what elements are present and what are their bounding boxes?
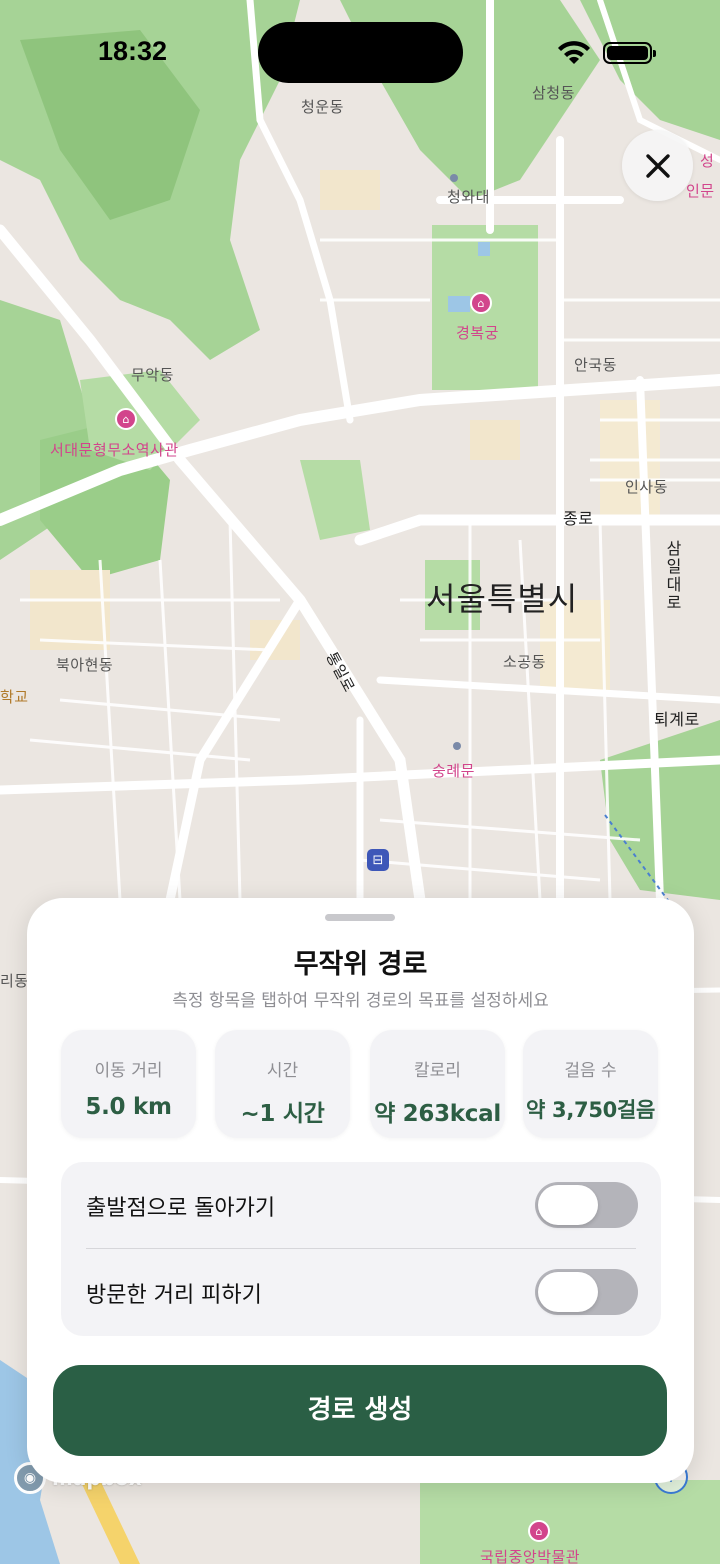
metric-label: 걸음 수 — [564, 1061, 617, 1081]
map-label-museum[interactable]: 국립중앙박물관 — [480, 1546, 580, 1564]
map-label-school: 학교 — [0, 688, 29, 706]
map-label-jongno: 종로 — [563, 509, 594, 528]
generate-route-button[interactable]: 경로 생성 — [53, 1365, 667, 1456]
museum-poi-icon[interactable]: ⌂ — [115, 408, 137, 430]
museum-poi-icon[interactable]: ⌂ — [528, 1520, 550, 1542]
metrics-row: 이동 거리 5.0 km 시간 ~1 시간 칼로리 약 263kcal 걸음 수… — [61, 1030, 661, 1138]
metric-label: 칼로리 — [414, 1061, 461, 1081]
battery-icon — [603, 42, 656, 64]
wifi-icon — [558, 41, 590, 64]
route-options-group: 출발점으로 돌아가기 방문한 거리 피하기 — [61, 1162, 661, 1336]
map-label-sogong: 소공동 — [503, 653, 546, 671]
sheet-drag-handle[interactable] — [325, 914, 395, 921]
status-time: 18:32 — [98, 36, 168, 66]
random-route-sheet: 무작위 경로 측정 항목을 탭하여 무작위 경로의 목표를 설정하세요 이동 거… — [27, 898, 694, 1483]
map-label-edge-right1: 성 — [700, 152, 715, 170]
map-label-insa: 인사동 — [625, 478, 668, 496]
toggle-knob — [538, 1185, 598, 1225]
metric-distance-card[interactable]: 이동 거리 5.0 km — [61, 1030, 196, 1138]
map-label-toegye: 퇴계로 — [654, 710, 700, 729]
metric-time-card[interactable]: 시간 ~1 시간 — [215, 1030, 350, 1138]
metric-value: 5.0 km — [85, 1094, 172, 1120]
metric-value: 약 3,750걸음 — [526, 1098, 655, 1122]
metric-calories-card[interactable]: 칼로리 약 263kcal — [370, 1030, 505, 1138]
metric-label: 이동 거리 — [94, 1061, 163, 1081]
map-label-edge-left: 리동 — [0, 972, 29, 990]
avoid-visited-toggle[interactable] — [535, 1269, 638, 1315]
metric-steps-card[interactable]: 걸음 수 약 3,750걸음 — [523, 1030, 658, 1138]
map-label-seodaemun-prison[interactable]: 서대문형무소역사관 — [50, 439, 179, 460]
avoid-visited-label: 방문한 거리 피하기 — [86, 1283, 262, 1308]
palace-poi-icon[interactable]: ⌂ — [470, 292, 492, 314]
sheet-title: 무작위 경로 — [293, 949, 428, 980]
map-label-edge-right2: 인문 — [686, 182, 715, 200]
map-label-cheongwadae: 청와대 — [447, 188, 490, 206]
dynamic-island — [258, 22, 463, 83]
close-button[interactable] — [622, 130, 693, 201]
map-label-bugahyeon: 북아현동 — [56, 656, 114, 674]
avoid-visited-row[interactable]: 방문한 거리 피하기 — [61, 1249, 661, 1336]
sheet-subtitle: 측정 항목을 탭하여 무작위 경로의 목표를 설정하세요 — [172, 991, 549, 1011]
map-label-gyeongbokgung[interactable]: 경복궁 — [456, 322, 499, 343]
status-bar: 18:32 — [0, 0, 720, 100]
metric-label: 시간 — [266, 1061, 299, 1081]
metric-value: 약 263kcal — [374, 1101, 501, 1127]
toggle-knob — [538, 1272, 598, 1312]
map-label-sungnyemun[interactable]: 숭례문 — [432, 760, 475, 781]
map-label-seoul: 서울특별시 — [426, 580, 579, 618]
train-station-icon[interactable]: ⊟ — [367, 849, 389, 871]
map-marker-dot — [450, 174, 458, 182]
metric-value: ~1 시간 — [240, 1101, 325, 1127]
return-to-start-row[interactable]: 출발점으로 돌아가기 — [61, 1162, 661, 1249]
map-label-anguk: 안국동 — [574, 356, 617, 374]
close-icon — [645, 153, 670, 178]
map-marker-dot — [453, 742, 461, 750]
map-label-muak: 무악동 — [131, 366, 174, 384]
return-to-start-toggle[interactable] — [535, 1182, 638, 1228]
map-label-samil: 삼일대로 — [663, 540, 682, 612]
return-to-start-label: 출발점으로 돌아가기 — [86, 1196, 276, 1221]
